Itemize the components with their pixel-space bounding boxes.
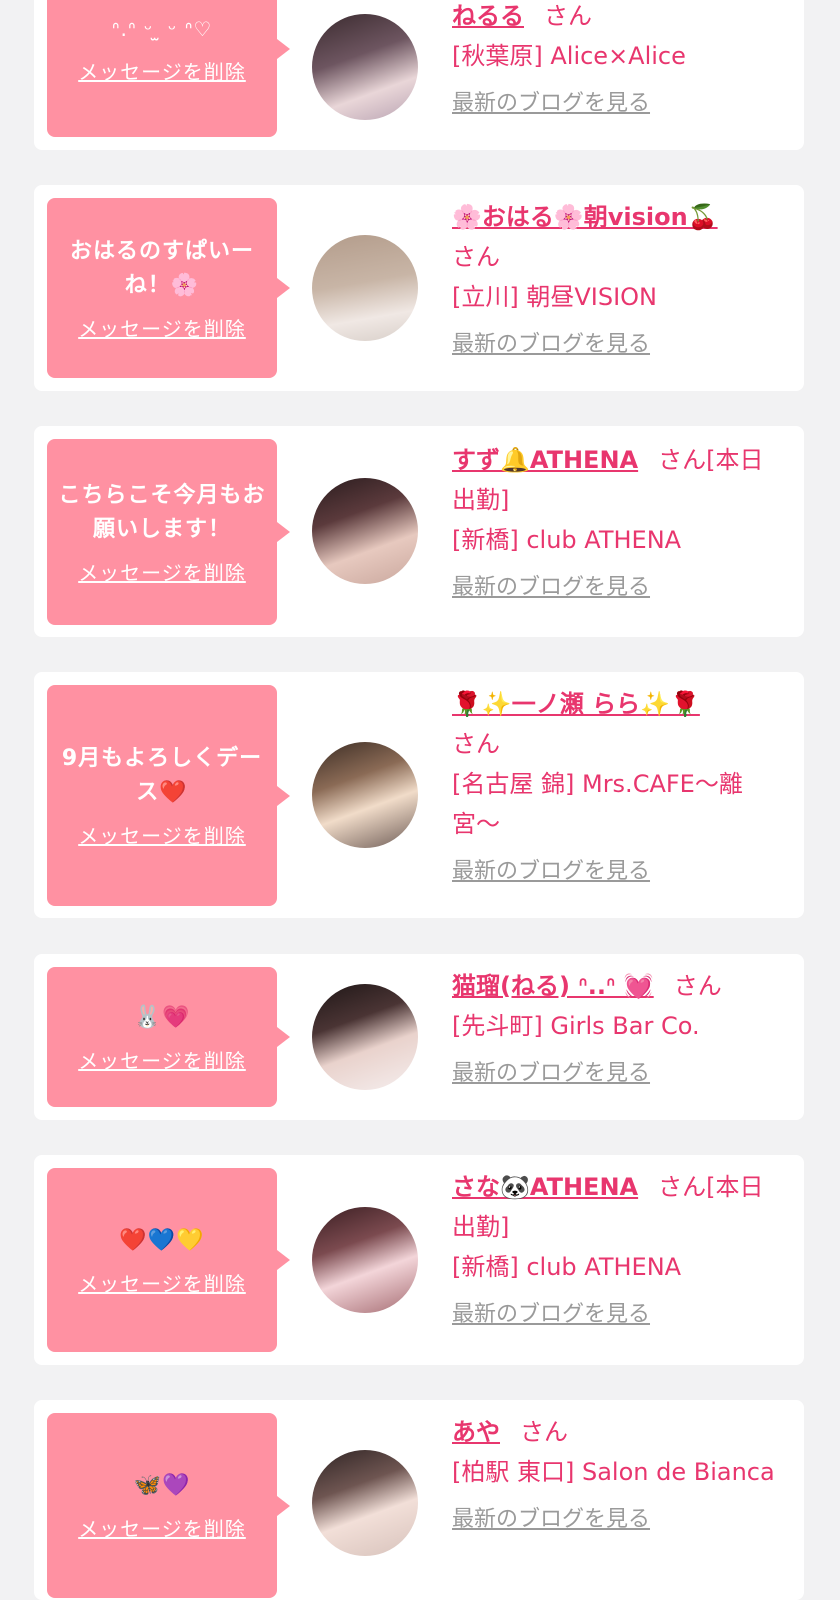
message-card: ❤️💙💛 メッセージを削除 さな🐼ATHENA さん[本日出勤] [新橋] clu… (34, 1155, 804, 1365)
latest-blog-link[interactable]: 最新のブログを見る (452, 568, 787, 608)
message-bubble: おはるのすぱいーね！🌸 メッセージを削除 (47, 198, 277, 378)
message-bubble: こちらこそ今月もお願いします！ メッセージを削除 (47, 439, 277, 625)
delete-message-button[interactable]: メッセージを削除 (78, 1045, 246, 1074)
message-text: ᐢ.ᐢ ᵕ ̫ ᵕ ᐢ♡ (111, 17, 213, 41)
honorific: さん (520, 1418, 568, 1446)
delete-message-button[interactable]: メッセージを削除 (78, 1513, 246, 1542)
honorific: さん (452, 243, 500, 271)
avatar[interactable] (312, 478, 418, 584)
sender-info: 🌹✨一ノ瀬 らら✨🌹 さん [名古屋 錦] Mrs.CAFE〜離宮〜 最新のブロ… (452, 684, 787, 892)
delete-message-button[interactable]: メッセージを削除 (78, 557, 246, 586)
message-bubble: 🦋💜 メッセージを削除 (47, 1413, 277, 1598)
message-text: 🐰💗 (133, 1004, 191, 1030)
message-text: こちらこそ今月もお願いします！ (58, 482, 266, 542)
message-bubble: 🐰💗 メッセージを削除 (47, 967, 277, 1107)
honorific: さん (673, 972, 722, 1000)
message-text: おはるのすぱいーね！🌸 (69, 238, 254, 298)
avatar[interactable] (312, 1450, 418, 1556)
message-card: 9月もよろしくデース❤️ メッセージを削除 🌹✨一ノ瀬 らら✨🌹 さん [名古屋… (34, 672, 804, 918)
latest-blog-link[interactable]: 最新のブログを見る (452, 325, 787, 365)
sender-name-link[interactable]: 🌹✨一ノ瀬 らら✨🌹 (452, 690, 700, 718)
delete-message-button[interactable]: メッセージを削除 (78, 1268, 246, 1297)
sender-info: すず🔔ATHENA さん[本日出勤] [新橋] club ATHENA 最新のブロ… (452, 440, 787, 608)
sender-info: あや さん [柏駅 東口] Salon de Bianca 最新のブログを見る (452, 1412, 787, 1540)
latest-blog-link[interactable]: 最新のブログを見る (452, 1054, 787, 1094)
message-card: おはるのすぱいーね！🌸 メッセージを削除 🌸おはる🌸朝vision🍒 さん [立… (34, 185, 804, 391)
sender-name-link[interactable]: ねるる (452, 2, 524, 30)
avatar[interactable] (312, 235, 418, 341)
sender-name-link[interactable]: 猫瑠(ねる) ᐢ..ᐢ 💓 (452, 972, 654, 1000)
delete-message-button[interactable]: メッセージを削除 (78, 313, 246, 342)
latest-blog-link[interactable]: 最新のブログを見る (452, 84, 787, 124)
latest-blog-link[interactable]: 最新のブログを見る (452, 1295, 787, 1335)
message-card: 🐰💗 メッセージを削除 猫瑠(ねる) ᐢ..ᐢ 💓 さん [先斗町] Girls … (34, 954, 804, 1120)
shop-name: [新橋] club ATHENA (452, 526, 682, 554)
avatar[interactable] (312, 14, 418, 120)
sender-name-link[interactable]: さな🐼ATHENA (452, 1173, 638, 1201)
shop-name: [名古屋 錦] Mrs.CAFE〜離宮〜 (452, 770, 743, 838)
shop-name: [秋葉原] Alice×Alice (452, 42, 686, 70)
message-text: 🦋💜 (133, 1473, 191, 1498)
sender-name-link[interactable]: あや (452, 1418, 500, 1446)
honorific: さん (658, 1173, 707, 1201)
sender-name-link[interactable]: 🌸おはる🌸朝vision🍒 (452, 203, 718, 231)
avatar[interactable] (312, 742, 418, 848)
shop-name: [立川] 朝昼VISION (452, 283, 658, 311)
message-card: ᐢ.ᐢ ᵕ ̫ ᵕ ᐢ♡ メッセージを削除 ねるる さん [秋葉原] Alice×… (34, 0, 804, 150)
honorific: さん (544, 2, 592, 30)
message-text: 9月もよろしくデース❤️ (61, 746, 263, 805)
avatar[interactable] (312, 1207, 418, 1313)
message-card: 🦋💜 メッセージを削除 あや さん [柏駅 東口] Salon de Bianca… (34, 1400, 804, 1600)
sender-info: 猫瑠(ねる) ᐢ..ᐢ 💓 さん [先斗町] Girls Bar Co. 最新のブ… (452, 966, 787, 1094)
message-bubble: ❤️💙💛 メッセージを削除 (47, 1168, 277, 1352)
sender-info: 🌸おはる🌸朝vision🍒 さん [立川] 朝昼VISION 最新のブログを見る (452, 197, 787, 365)
latest-blog-link[interactable]: 最新のブログを見る (452, 852, 787, 892)
message-bubble: ᐢ.ᐢ ᵕ ̫ ᵕ ᐢ♡ メッセージを削除 (47, 0, 277, 137)
honorific: さん (452, 730, 500, 758)
delete-message-button[interactable]: メッセージを削除 (78, 56, 246, 85)
latest-blog-link[interactable]: 最新のブログを見る (452, 1500, 787, 1540)
sender-name-link[interactable]: すず🔔ATHENA (452, 446, 638, 474)
message-bubble: 9月もよろしくデース❤️ メッセージを削除 (47, 685, 277, 906)
delete-message-button[interactable]: メッセージを削除 (78, 820, 246, 849)
avatar[interactable] (312, 984, 418, 1090)
shop-name: [新橋] club ATHENA (452, 1253, 682, 1281)
shop-name: [先斗町] Girls Bar Co. (452, 1012, 700, 1040)
message-card: こちらこそ今月もお願いします！ メッセージを削除 すず🔔ATHENA さん[本日出… (34, 426, 804, 637)
honorific: さん (658, 446, 707, 474)
sender-info: さな🐼ATHENA さん[本日出勤] [新橋] club ATHENA 最新のブロ… (452, 1167, 787, 1335)
message-text: ❤️💙💛 (119, 1227, 205, 1253)
sender-info: ねるる さん [秋葉原] Alice×Alice 最新のブログを見る (452, 0, 787, 124)
shop-name: [柏駅 東口] Salon de Bianca (452, 1458, 775, 1486)
